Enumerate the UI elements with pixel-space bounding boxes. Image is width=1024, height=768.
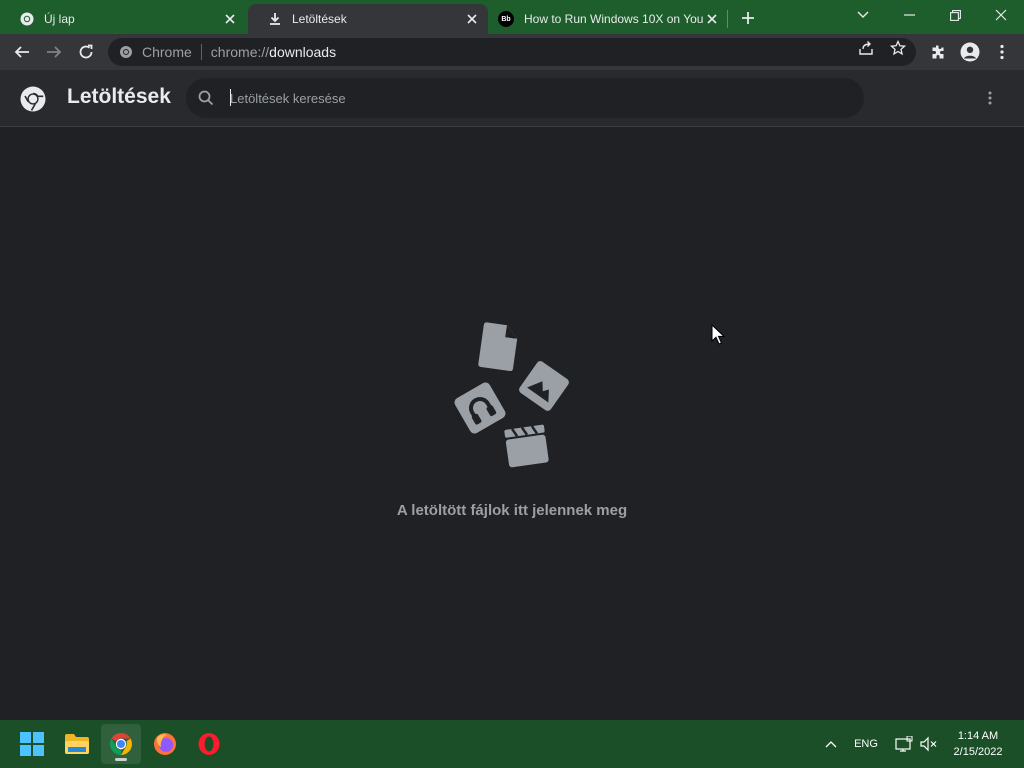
mouse-cursor-icon (711, 324, 725, 345)
new-tab-button[interactable] (738, 8, 758, 28)
back-arrow-icon (14, 46, 29, 58)
show-hidden-icons-chevron-icon[interactable] (822, 734, 840, 754)
network-icon[interactable] (894, 734, 914, 754)
search-icon (198, 90, 214, 106)
taskbar-opera[interactable] (189, 724, 229, 764)
tab-label: Letöltések (292, 12, 347, 26)
reload-button[interactable] (74, 40, 98, 64)
active-app-indicator (115, 758, 127, 761)
empty-downloads-illustration (454, 322, 569, 468)
tab-article[interactable]: Bb How to Run Windows 10X on You (490, 4, 728, 34)
forward-arrow-icon (47, 46, 62, 58)
downloads-content: A letöltött fájlok itt jelennek meg (0, 128, 1024, 720)
back-button[interactable] (10, 40, 34, 64)
video-icon (504, 424, 549, 468)
omnibox-divider (200, 44, 202, 60)
tab-downloads[interactable]: Letöltések (248, 4, 488, 34)
url-scheme: chrome:// (210, 44, 270, 60)
image-icon (519, 361, 569, 411)
document-icon (478, 322, 518, 372)
start-button[interactable] (12, 724, 52, 764)
minimize-icon[interactable] (894, 4, 924, 26)
share-icon[interactable] (857, 39, 875, 57)
text-caret (230, 89, 231, 106)
chrome-page-icon (120, 46, 132, 58)
search-input[interactable] (230, 87, 830, 109)
tab-search-chevron-icon[interactable] (848, 4, 878, 26)
language-indicator[interactable]: ENG (850, 734, 882, 754)
system-clock[interactable]: 1:14 AM 2/15/2022 (944, 728, 1012, 760)
clock-date: 2/15/2022 (953, 746, 1003, 758)
omnibox-chip-label: Chrome (142, 44, 192, 60)
browser-titlebar: Új lap Letöltések Bb How to Run Windows … (0, 0, 1024, 34)
reload-icon (79, 44, 93, 59)
profile-icon[interactable] (958, 40, 982, 64)
chrome-logo-icon (20, 86, 46, 112)
file-explorer-icon (65, 734, 89, 754)
restore-icon[interactable] (940, 4, 970, 26)
firefox-icon (154, 733, 176, 755)
address-bar[interactable]: Chrome chrome://downloads (108, 38, 916, 66)
chrome-icon (20, 12, 34, 26)
forward-button[interactable] (42, 40, 66, 64)
close-tab-icon[interactable] (222, 11, 238, 27)
taskbar-file-explorer[interactable] (57, 724, 97, 764)
downloads-search[interactable] (186, 78, 864, 118)
tab-label: Új lap (44, 12, 75, 26)
browser-menu-icon[interactable] (990, 40, 1014, 64)
clock-time: 1:14 AM (957, 730, 999, 742)
volume-muted-icon[interactable] (918, 734, 938, 754)
bb-favicon-icon: Bb (498, 11, 514, 27)
tab-new-tab[interactable]: Új lap (0, 4, 246, 34)
bookmark-star-icon[interactable] (889, 39, 907, 57)
downloads-header: Letöltések (0, 70, 1024, 127)
close-tab-icon[interactable] (464, 11, 480, 27)
taskbar-chrome[interactable] (101, 724, 141, 764)
page-title: Letöltések (67, 85, 171, 108)
empty-state-message: A letöltött fájlok itt jelennek meg (396, 502, 628, 519)
close-tab-icon[interactable] (704, 11, 720, 27)
tab-label: How to Run Windows 10X on You (524, 12, 704, 26)
music-icon (454, 382, 506, 434)
download-icon (268, 12, 282, 26)
opera-icon (198, 733, 220, 755)
browser-toolbar: Chrome chrome://downloads (0, 34, 1024, 70)
chrome-icon (110, 733, 132, 755)
extensions-icon[interactable] (926, 40, 950, 64)
window-close-icon[interactable] (986, 4, 1016, 26)
start-icon (20, 732, 44, 756)
windows-taskbar: ENG 1:14 AM 2/15/2022 (0, 720, 1024, 768)
page-menu-icon[interactable] (980, 88, 1000, 108)
tab-separator (727, 10, 728, 28)
taskbar-firefox[interactable] (145, 724, 185, 764)
url-path: downloads (269, 44, 337, 60)
